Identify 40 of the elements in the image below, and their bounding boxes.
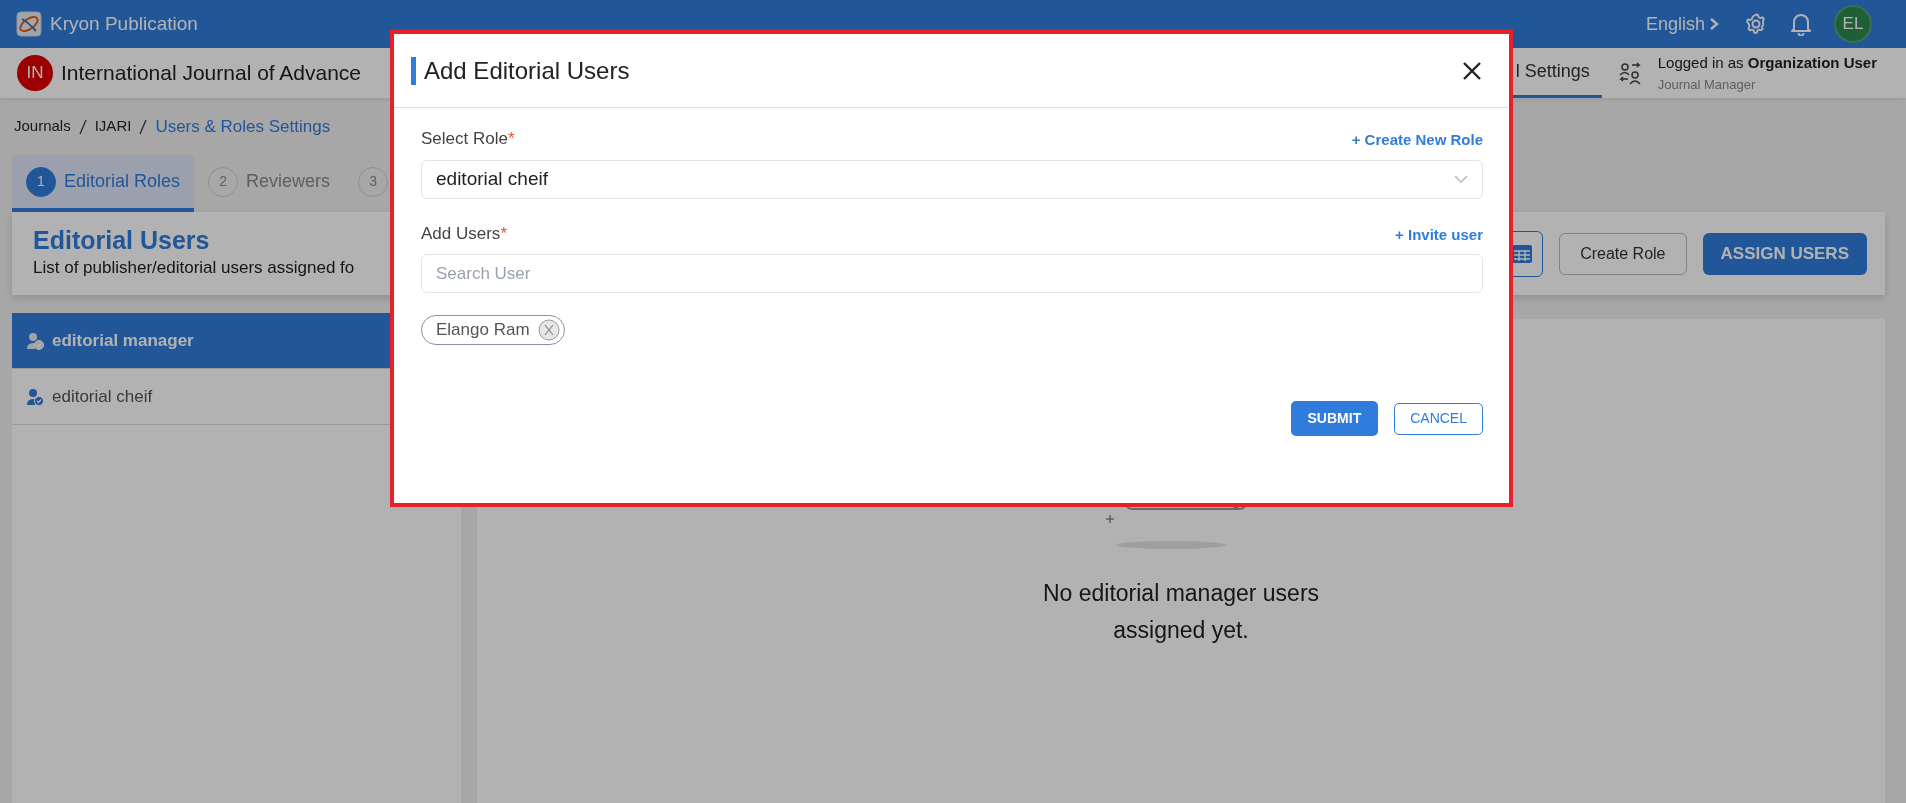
journal-avatar: IN xyxy=(17,55,53,91)
breadcrumb-separator-icon xyxy=(78,118,87,135)
remove-icon[interactable] xyxy=(537,319,560,341)
users-swap-icon xyxy=(1617,61,1642,85)
logo-icon xyxy=(16,11,42,37)
user-avatar[interactable]: EL xyxy=(1834,5,1872,43)
create-role-button[interactable]: Create Role xyxy=(1559,232,1687,275)
language-selector[interactable]: English xyxy=(1644,9,1720,39)
close-icon xyxy=(1462,60,1482,81)
breadcrumb-link[interactable]: Journals xyxy=(14,115,71,138)
login-status: Logged in as Organization User xyxy=(1657,53,1877,73)
submit-button[interactable]: SUBMIT xyxy=(1290,401,1379,436)
create-role-link[interactable]: + Create New Role xyxy=(1351,129,1483,152)
field-label: Add Users* xyxy=(421,222,507,245)
close-button[interactable] xyxy=(1461,59,1483,82)
section-title: Editorial Users xyxy=(33,227,210,255)
chevron-right-icon xyxy=(1709,17,1719,31)
invite-user-link[interactable]: + Invite user xyxy=(1395,223,1483,246)
settings-icon[interactable] xyxy=(1744,12,1768,36)
user-check-icon xyxy=(26,387,44,406)
role-select[interactable]: editorial cheif xyxy=(421,159,1483,199)
user-role: Journal Manager xyxy=(1657,75,1757,94)
section-subtitle: List of publisher/editorial users assigned fo xyxy=(33,256,355,279)
modal-title: Add Editorial Users xyxy=(424,55,631,86)
step-tab[interactable]: 2 Reviewers xyxy=(194,155,345,212)
notification-bell-icon[interactable] xyxy=(1790,12,1812,36)
assign-users-button[interactable]: ASSIGN USERS xyxy=(1702,232,1867,275)
breadcrumb-separator-icon xyxy=(139,118,148,135)
app-title: Kryon Publication xyxy=(50,11,198,36)
breadcrumb-link[interactable]: Users & Roles Settings xyxy=(155,113,331,140)
chevron-down-icon xyxy=(1454,175,1468,183)
journal-title: International Journal of Advance xyxy=(61,60,362,87)
cancel-button[interactable]: CANCEL xyxy=(1394,402,1483,435)
user-check-icon xyxy=(26,331,44,350)
empty-state-message: No editorial manager users assigned yet. xyxy=(1041,579,1321,645)
field-label: Select Role* xyxy=(421,128,515,150)
step-tab[interactable]: 1 Editorial Roles xyxy=(12,155,195,212)
breadcrumb-link[interactable]: IJARI xyxy=(94,115,132,138)
title-accent-bar xyxy=(411,56,416,85)
search-field[interactable]: Search User xyxy=(421,254,1483,293)
